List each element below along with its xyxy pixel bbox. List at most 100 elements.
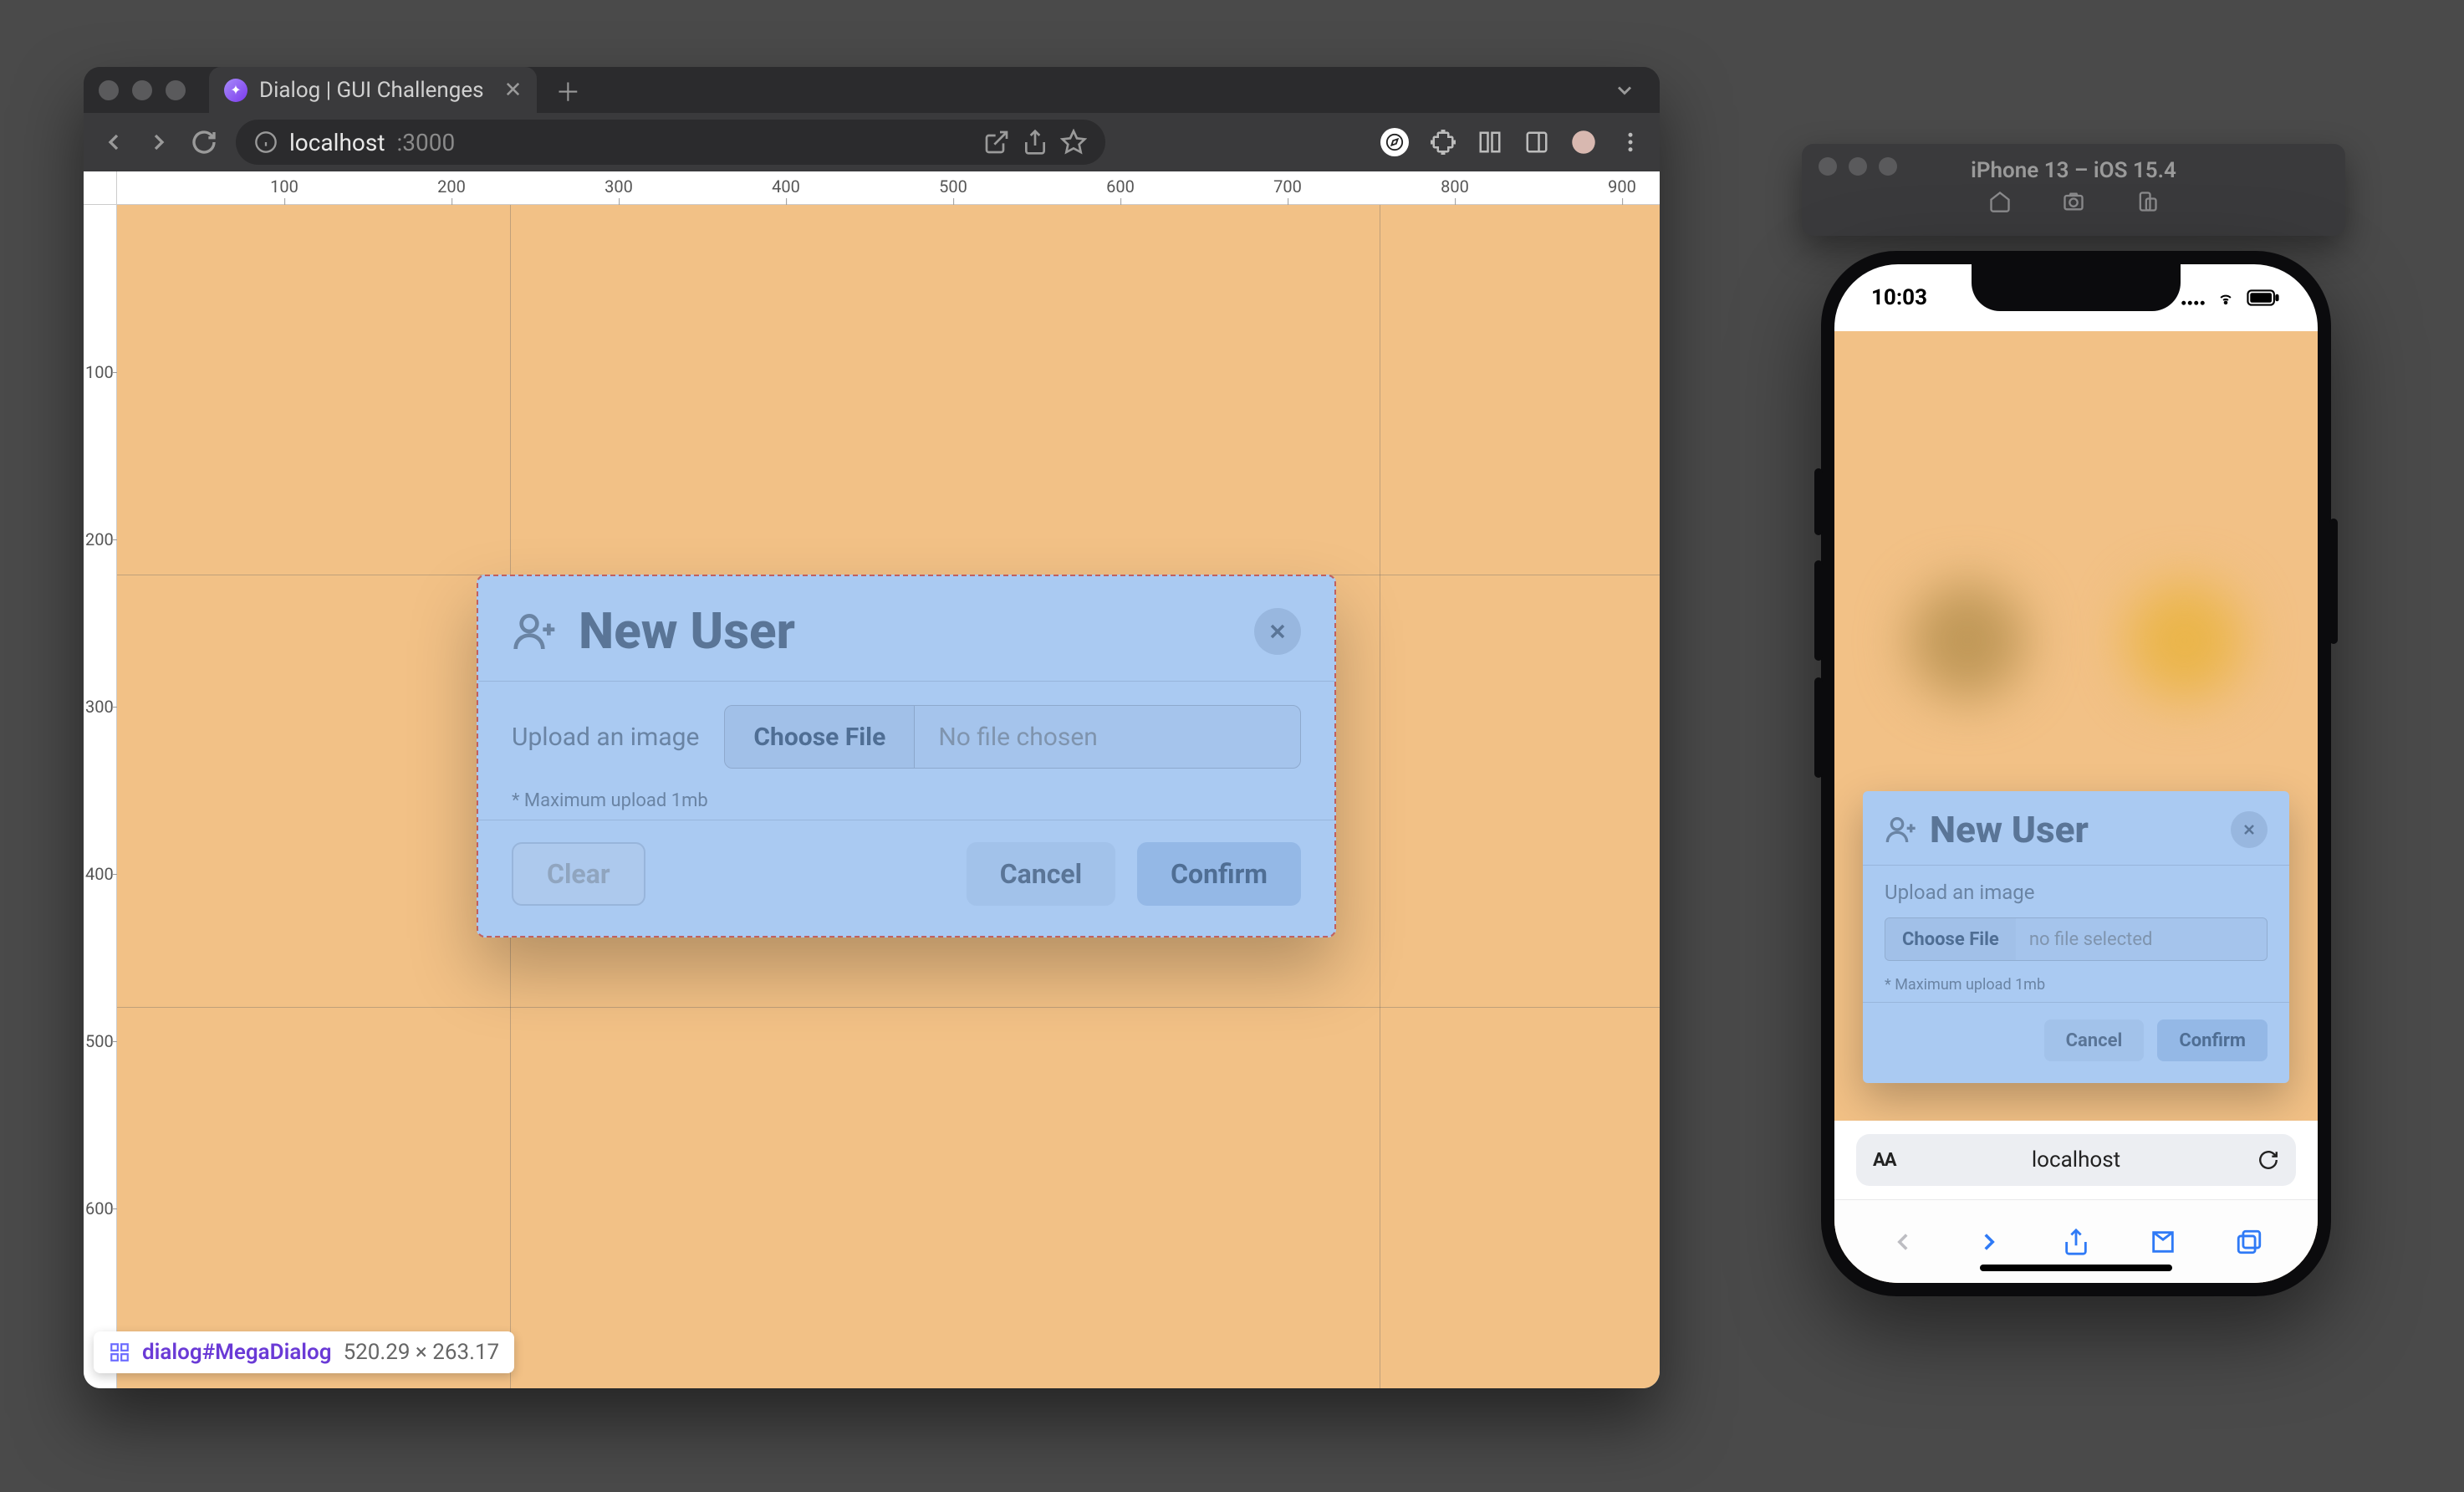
confirm-button[interactable]: Confirm — [1137, 842, 1301, 906]
ruler-tick: 500 — [939, 176, 967, 197]
sim-maximize-icon[interactable] — [1879, 157, 1897, 176]
clear-button[interactable]: Clear — [512, 842, 645, 906]
simulator-toolbar: iPhone 13 – iOS 15.4 — [1802, 144, 2345, 236]
ruler-tick: 400 — [85, 864, 114, 884]
simulator-title: iPhone 13 – iOS 15.4 — [1971, 158, 2176, 183]
close-button[interactable] — [1254, 608, 1301, 655]
browser-toolbar: localhost :3000 — [84, 113, 1660, 171]
open-external-icon[interactable] — [983, 129, 1010, 156]
inspector-dimensions: 520.29 × 263.17 — [344, 1340, 500, 1365]
ruler-vertical: 100 200 300 400 500 600 — [84, 205, 117, 1388]
notch — [1972, 264, 2181, 311]
chevron-down-icon[interactable] — [1613, 79, 1636, 102]
sim-close-icon[interactable] — [1819, 157, 1837, 176]
safari-tabs-icon[interactable] — [2235, 1228, 2263, 1256]
dialog-title: New User — [579, 601, 1234, 661]
battery-icon — [2246, 289, 2281, 306]
safari-bookmarks-icon[interactable] — [2149, 1228, 2177, 1256]
ruler-tick: 100 — [270, 176, 298, 197]
mobile-file-input[interactable]: Choose File no file selected — [1885, 917, 2268, 961]
viewport: 100 200 300 400 500 600 700 800 900 100 200 300 400… — [84, 171, 1660, 1388]
browser-tab[interactable]: ✦ Dialog | GUI Challenges ✕ — [209, 67, 537, 113]
extensions-icon[interactable] — [1431, 130, 1456, 155]
reload-button[interactable] — [191, 129, 217, 156]
mobile-upload-hint: * Maximum upload 1mb — [1885, 976, 2268, 994]
safari-back-icon[interactable] — [1889, 1228, 1917, 1256]
titlebar: ✦ Dialog | GUI Challenges ✕ ＋ — [84, 67, 1660, 113]
close-tab-icon[interactable]: ✕ — [504, 78, 523, 103]
grid-icon — [109, 1341, 130, 1363]
sim-home-icon[interactable] — [1988, 190, 2012, 213]
safari-url-pill[interactable]: AA localhost — [1856, 1134, 2296, 1186]
ruler-corner — [84, 171, 117, 205]
address-host: localhost — [289, 129, 385, 156]
close-window-icon[interactable] — [99, 80, 119, 100]
cancel-button[interactable]: Cancel — [967, 842, 1115, 906]
dialog-body: Upload an image Choose File No file chos… — [478, 682, 1334, 820]
ruler-tick: 500 — [85, 1031, 114, 1051]
safari-reload-icon[interactable] — [2257, 1149, 2279, 1171]
sim-minimize-icon[interactable] — [1849, 157, 1867, 176]
background-blur — [1834, 582, 2318, 699]
ruler-horizontal: 100200300400500600700800900 — [117, 171, 1660, 205]
mobile-dialog-title: New User — [1930, 808, 2219, 851]
safari-forward-icon[interactable] — [1975, 1228, 2003, 1256]
ruler-tick: 200 — [85, 529, 114, 549]
ruler-tick: 300 — [605, 176, 633, 197]
back-button[interactable] — [100, 129, 127, 156]
mobile-close-button[interactable] — [2231, 811, 2268, 848]
media-icon[interactable] — [1477, 130, 1502, 155]
profile-avatar-icon[interactable] — [1571, 130, 1596, 155]
new-tab-button[interactable]: ＋ — [555, 72, 580, 109]
bookmark-icon[interactable] — [1060, 129, 1087, 156]
site-info-icon[interactable] — [254, 130, 278, 154]
ruler-tick: 200 — [437, 176, 466, 197]
reader-aa-icon[interactable]: AA — [1873, 1150, 1896, 1171]
volume-down-button[interactable] — [1814, 677, 1823, 778]
status-time: 10:03 — [1871, 285, 1927, 310]
extension-compass-icon[interactable] — [1380, 128, 1409, 156]
address-bar[interactable]: localhost :3000 — [236, 120, 1105, 165]
mobile-cancel-button[interactable]: Cancel — [2044, 1019, 2145, 1061]
ruler-tick: 600 — [1106, 176, 1135, 197]
home-indicator[interactable] — [1980, 1265, 2172, 1271]
favicon-icon: ✦ — [224, 79, 247, 102]
power-button[interactable] — [2329, 519, 2338, 644]
mute-switch[interactable] — [1814, 468, 1823, 535]
add-user-icon — [512, 608, 559, 655]
ruler-tick: 900 — [1608, 176, 1636, 197]
safari-share-icon[interactable] — [2062, 1228, 2090, 1256]
mobile-choose-file-button[interactable]: Choose File — [1885, 918, 2016, 960]
sim-rotate-icon[interactable] — [2135, 190, 2159, 213]
ruler-tick: 700 — [1273, 176, 1302, 197]
safari-host: localhost — [2032, 1147, 2120, 1173]
chrome-window: ✦ Dialog | GUI Challenges ✕ ＋ localhost:… — [84, 67, 1660, 1388]
devtools-panel-icon[interactable] — [1524, 130, 1549, 155]
file-input[interactable]: Choose File No file chosen — [724, 705, 1301, 769]
inspector-selector: dialog#MegaDialog — [142, 1340, 332, 1365]
ruler-tick: 800 — [1441, 176, 1469, 197]
mobile-page: New User Upload an image Choose File no … — [1834, 331, 2318, 1121]
choose-file-button[interactable]: Choose File — [725, 706, 915, 768]
iphone-device: 10:03 New User — [1821, 251, 2331, 1296]
guide-horizontal[interactable] — [117, 1007, 1660, 1008]
mobile-upload-label: Upload an image — [1885, 881, 2268, 904]
ruler-tick: 100 — [85, 362, 114, 382]
ruler-tick: 300 — [85, 697, 114, 717]
ruler-tick: 600 — [85, 1198, 114, 1219]
mega-dialog: New User Upload an image Choose File No … — [477, 575, 1336, 938]
kebab-menu-icon[interactable] — [1618, 130, 1643, 155]
mobile-mega-dialog: New User Upload an image Choose File no … — [1863, 791, 2289, 1083]
safari-view: New User Upload an image Choose File no … — [1834, 331, 2318, 1283]
minimize-window-icon[interactable] — [132, 80, 152, 100]
volume-up-button[interactable] — [1814, 560, 1823, 661]
forward-button[interactable] — [145, 129, 172, 156]
upload-hint: * Maximum upload 1mb — [512, 790, 1301, 811]
element-inspector-badge[interactable]: dialog#MegaDialog 520.29 × 263.17 — [94, 1331, 514, 1373]
maximize-window-icon[interactable] — [166, 80, 186, 100]
sim-screenshot-icon[interactable] — [2062, 190, 2085, 213]
toolbar-right — [1380, 128, 1643, 156]
mobile-confirm-button[interactable]: Confirm — [2157, 1019, 2268, 1061]
share-icon[interactable] — [1022, 129, 1048, 156]
address-port: :3000 — [396, 129, 455, 156]
